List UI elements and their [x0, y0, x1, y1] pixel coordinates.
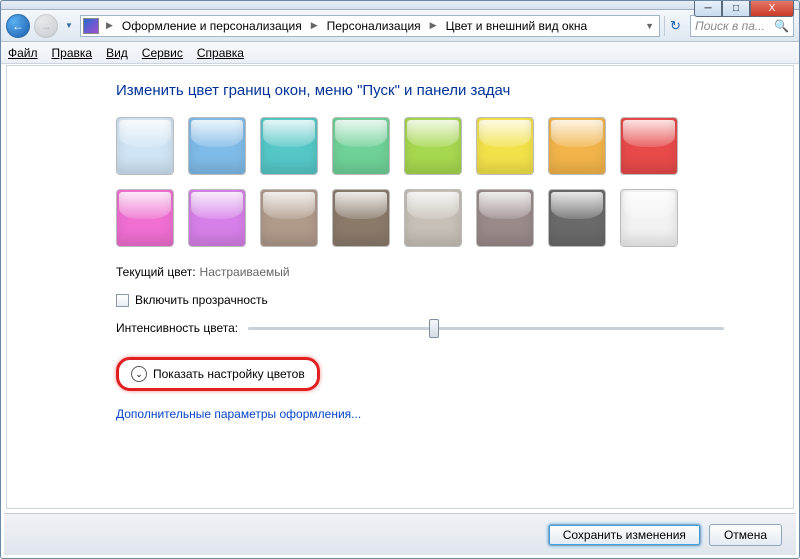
annotation-highlight: ⌄ Показать настройку цветов: [116, 357, 320, 391]
color-swatch-2[interactable]: [260, 117, 318, 175]
intensity-row: Интенсивность цвета:: [116, 321, 764, 335]
color-swatch-12[interactable]: [404, 189, 462, 247]
color-swatch-13[interactable]: [476, 189, 534, 247]
refresh-button[interactable]: ↻: [664, 16, 686, 36]
close-button[interactable]: X: [750, 0, 794, 17]
chevron-right-icon[interactable]: ▶: [308, 20, 321, 31]
search-icon[interactable]: 🔍: [774, 19, 789, 33]
search-input[interactable]: Поиск в па... 🔍: [690, 15, 794, 37]
color-swatch-5[interactable]: [476, 117, 534, 175]
nav-history-dropdown[interactable]: ▼: [62, 16, 76, 36]
color-swatch-0[interactable]: [116, 117, 174, 175]
chevron-down-icon[interactable]: ▼: [642, 21, 657, 31]
expander-label: Показать настройку цветов: [153, 367, 305, 381]
color-swatch-15[interactable]: [620, 189, 678, 247]
intensity-slider[interactable]: [248, 327, 724, 330]
search-placeholder: Поиск в па...: [695, 19, 765, 33]
content-area: Изменить цвет границ окон, меню "Пуск" и…: [0, 64, 800, 423]
menu-edit[interactable]: Правка: [52, 46, 93, 60]
color-swatch-3[interactable]: [332, 117, 390, 175]
color-swatch-10[interactable]: [260, 189, 318, 247]
back-button[interactable]: ←: [6, 14, 30, 38]
cancel-button[interactable]: Отмена: [709, 524, 782, 546]
title-bar: ─ □ X: [0, 0, 800, 10]
breadcrumb-color[interactable]: Цвет и внешний вид окна: [444, 19, 590, 33]
address-bar[interactable]: ▶ Оформление и персонализация ▶ Персонал…: [80, 15, 660, 37]
breadcrumb-personalization[interactable]: Персонализация: [325, 19, 423, 33]
current-color-row: Текущий цвет: Настраиваемый: [116, 265, 764, 279]
transparency-checkbox[interactable]: [116, 294, 129, 307]
window-controls: ─ □ X: [694, 0, 794, 17]
nav-bar: ← → ▼ ▶ Оформление и персонализация ▶ Пе…: [0, 10, 800, 42]
current-color-value: Настраиваемый: [200, 265, 290, 279]
bottom-bar: Сохранить изменения Отмена: [4, 513, 796, 555]
chevron-right-icon[interactable]: ▶: [427, 20, 440, 31]
breadcrumb-appearance[interactable]: Оформление и персонализация: [120, 19, 304, 33]
color-swatches: [116, 117, 716, 247]
transparency-row: Включить прозрачность: [116, 293, 764, 307]
intensity-slider-thumb[interactable]: [429, 319, 439, 338]
menu-file[interactable]: Файл: [8, 46, 38, 60]
color-swatch-11[interactable]: [332, 189, 390, 247]
current-color-label: Текущий цвет:: [116, 265, 196, 279]
chevron-down-icon: ⌄: [131, 366, 147, 382]
color-swatch-6[interactable]: [548, 117, 606, 175]
control-panel-icon: [83, 18, 99, 34]
show-color-mixer-expander[interactable]: ⌄ Показать настройку цветов: [123, 362, 313, 386]
color-swatch-1[interactable]: [188, 117, 246, 175]
color-swatch-8[interactable]: [116, 189, 174, 247]
color-swatch-14[interactable]: [548, 189, 606, 247]
color-swatch-4[interactable]: [404, 117, 462, 175]
menu-help[interactable]: Справка: [197, 46, 244, 60]
minimize-button[interactable]: ─: [694, 0, 722, 17]
page-title: Изменить цвет границ окон, меню "Пуск" и…: [116, 82, 764, 99]
save-button[interactable]: Сохранить изменения: [548, 524, 701, 546]
forward-button: →: [34, 14, 58, 38]
intensity-label: Интенсивность цвета:: [116, 321, 238, 335]
transparency-label: Включить прозрачность: [135, 293, 268, 307]
menu-tools[interactable]: Сервис: [142, 46, 183, 60]
maximize-button[interactable]: □: [722, 0, 750, 17]
color-swatch-7[interactable]: [620, 117, 678, 175]
advanced-appearance-link[interactable]: Дополнительные параметры оформления...: [116, 407, 361, 421]
menu-view[interactable]: Вид: [106, 46, 128, 60]
chevron-right-icon[interactable]: ▶: [103, 20, 116, 31]
menu-bar: Файл Правка Вид Сервис Справка: [0, 42, 800, 64]
color-swatch-9[interactable]: [188, 189, 246, 247]
